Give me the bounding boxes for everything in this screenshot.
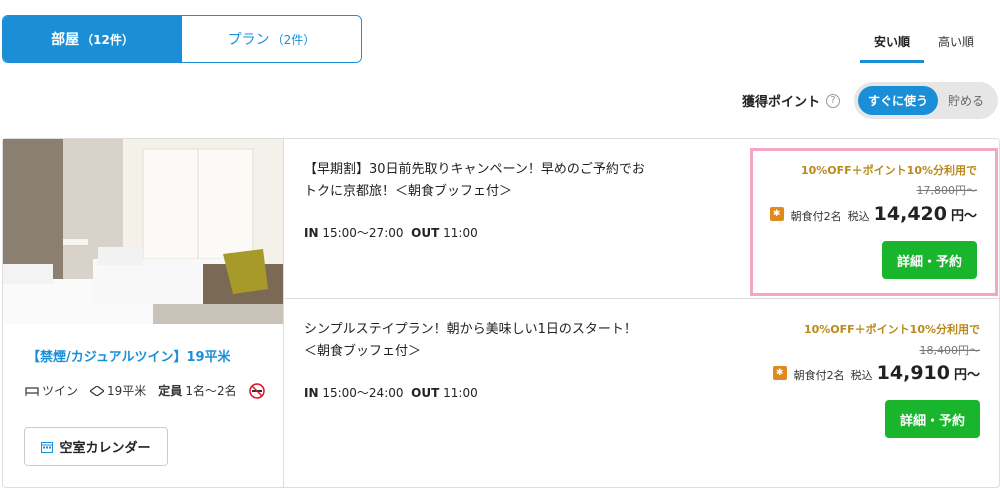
room-capacity: 定員 1名～2名 xyxy=(158,382,236,399)
sort-options: 安い順 高い順 xyxy=(859,30,988,63)
plan-list: 【早期割】30日前先取りキャンペーン！早めのご予約でおトクに京都旅！＜朝食ブッフ… xyxy=(284,139,1000,487)
meal-label: 朝食付2名 xyxy=(790,210,842,223)
sort-expensive[interactable]: 高い順 xyxy=(924,30,988,63)
plan-out-label: OUT xyxy=(411,386,440,400)
plan-item: 【早期割】30日前先取りキャンペーン！早めのご予約でおトクに京都旅！＜朝食ブッフ… xyxy=(284,139,1000,299)
points-use-now[interactable]: すぐに使う xyxy=(857,86,938,115)
room-capacity-value: 1名～2名 xyxy=(185,384,237,398)
book-button[interactable]: 詳細・予約 xyxy=(882,241,977,279)
original-price: 17,800円～ xyxy=(916,184,978,197)
tab-plans-label: プラン xyxy=(227,32,270,48)
original-price: 18,400円～ xyxy=(919,344,981,357)
room-info: 【禁煙/カジュアルツイン】19平米 ツイン 19平米 定員 1名～2名 空室カレ… xyxy=(3,139,284,487)
room-size: 19平米 xyxy=(90,382,146,399)
price-row: ✱ 朝食付2名 税込 14,420 円～ xyxy=(769,203,977,225)
plan-in-label: IN xyxy=(304,386,319,400)
room-size-label: 19平米 xyxy=(107,384,147,398)
tab-rooms-label: 部屋 xyxy=(51,32,80,48)
price-box: 10%OFF＋ポイント10%分利用で 17,800円～ ✱ 朝食付2名 税込 1… xyxy=(750,148,998,296)
price-suffix: 円～ xyxy=(953,368,980,383)
plan-out-time: 11:00 xyxy=(443,226,478,240)
price-amount: 14,910 xyxy=(876,362,950,384)
room-photo[interactable] xyxy=(3,139,283,324)
discount-text: 10%OFF＋ポイント10%分利用で xyxy=(800,164,977,177)
calendar-icon xyxy=(41,441,54,453)
plan-title[interactable]: シンプルステイプラン！朝から美味しい1日のスタート！＜朝食ブッフェ付＞ xyxy=(304,319,649,363)
price-row: ✱ 朝食付2名 税込 14,910 円～ xyxy=(772,362,980,384)
sort-cheap[interactable]: 安い順 xyxy=(859,30,924,63)
no-smoking-icon xyxy=(248,382,265,399)
view-tabs: 部屋 （12件） プラン （2件） xyxy=(2,15,362,63)
calendar-button-label: 空室カレンダー xyxy=(59,441,151,456)
tax-label: 税込 xyxy=(847,210,870,223)
tab-rooms[interactable]: 部屋 （12件） xyxy=(3,16,182,62)
plan-in-time: 15:00～24:00 xyxy=(322,386,404,400)
bed-icon xyxy=(25,386,39,396)
room-bed: ツイン xyxy=(25,382,78,399)
plan-title[interactable]: 【早期割】30日前先取りキャンペーン！早めのご予約でおトクに京都旅！＜朝食ブッフ… xyxy=(304,159,649,203)
meal-icon: ✱ xyxy=(769,207,784,221)
calendar-button[interactable]: 空室カレンダー xyxy=(24,427,168,466)
points-save[interactable]: 貯める xyxy=(938,86,994,115)
price-box: 10%OFF＋ポイント10%分利用で 18,400円～ ✱ 朝食付2名 税込 1… xyxy=(750,304,998,452)
plan-out-label: OUT xyxy=(411,226,440,240)
tab-plans-count: （2件） xyxy=(271,32,316,47)
points-toggle: すぐに使う 貯める xyxy=(853,82,998,119)
room-name[interactable]: 【禁煙/カジュアルツイン】19平米 xyxy=(27,346,231,365)
plan-in-label: IN xyxy=(304,226,319,240)
room-card: 【禁煙/カジュアルツイン】19平米 ツイン 19平米 定員 1名～2名 空室カレ… xyxy=(2,138,1000,488)
discount-text: 10%OFF＋ポイント10%分利用で xyxy=(803,323,980,336)
tab-plans[interactable]: プラン （2件） xyxy=(182,16,361,62)
tax-label: 税込 xyxy=(850,369,873,382)
price-amount: 14,420 xyxy=(873,203,947,225)
room-photo-image xyxy=(3,139,283,324)
plan-item: シンプルステイプラン！朝から美味しい1日のスタート！＜朝食ブッフェ付＞ IN 1… xyxy=(284,300,1000,460)
book-button[interactable]: 詳細・予約 xyxy=(885,400,980,438)
plan-in-time: 15:00～27:00 xyxy=(322,226,404,240)
plan-checkin: IN 15:00～24:00 OUT 11:00 xyxy=(304,384,478,401)
room-bed-label: ツイン xyxy=(42,384,79,398)
room-capacity-label: 定員 xyxy=(158,384,183,398)
plan-checkin: IN 15:00～27:00 OUT 11:00 xyxy=(304,224,478,241)
points-section: 獲得ポイント ? すぐに使う 貯める xyxy=(742,82,998,119)
points-label: 獲得ポイント xyxy=(741,95,820,110)
plan-out-time: 11:00 xyxy=(443,386,478,400)
meal-icon: ✱ xyxy=(772,366,787,380)
price-suffix: 円～ xyxy=(950,209,977,224)
help-icon[interactable]: ? xyxy=(825,93,840,108)
room-meta: ツイン 19平米 定員 1名～2名 xyxy=(25,382,265,399)
meal-label: 朝食付2名 xyxy=(793,369,845,382)
tab-rooms-count: （12件） xyxy=(81,32,134,47)
area-icon xyxy=(90,385,105,396)
